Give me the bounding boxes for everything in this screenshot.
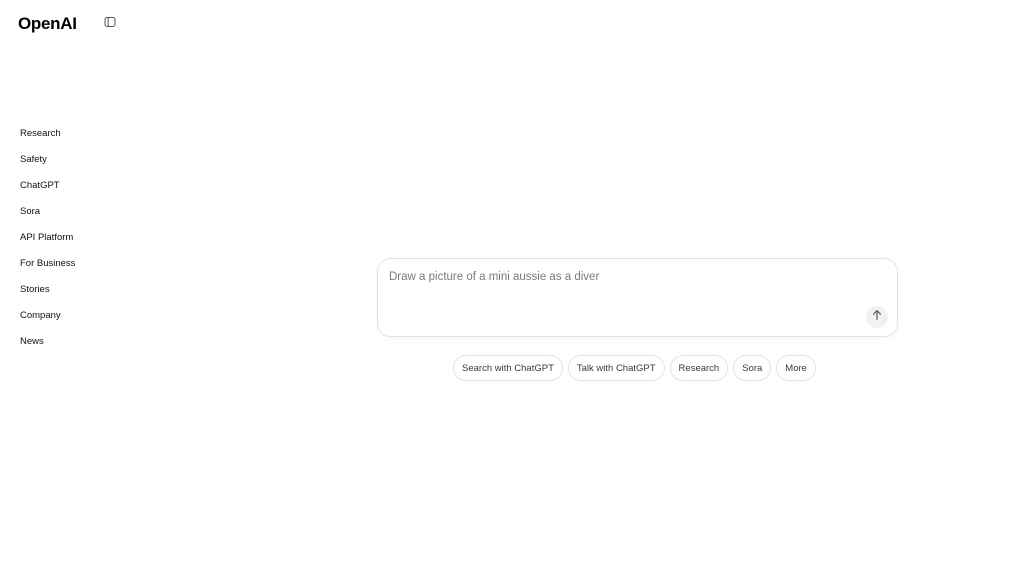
- nav-item-company[interactable]: Company: [20, 310, 75, 336]
- arrow-up-icon: [871, 308, 883, 326]
- chip-search-with-chatgpt[interactable]: Search with ChatGPT: [453, 355, 563, 381]
- nav-item-for-business[interactable]: For Business: [20, 258, 75, 284]
- main-nav: Research Safety ChatGPT Sora API Platfor…: [20, 128, 75, 362]
- nav-item-sora[interactable]: Sora: [20, 206, 75, 232]
- openai-logo[interactable]: OpenAI: [18, 12, 77, 36]
- nav-item-stories[interactable]: Stories: [20, 284, 75, 310]
- send-button[interactable]: [866, 306, 888, 328]
- sidebar-toggle-button[interactable]: [100, 14, 120, 34]
- prompt-input[interactable]: [389, 271, 849, 283]
- chip-research[interactable]: Research: [669, 355, 729, 381]
- chip-sora[interactable]: Sora: [733, 355, 772, 381]
- chip-more[interactable]: More: [776, 355, 816, 381]
- nav-item-news[interactable]: News: [20, 336, 75, 362]
- chip-talk-with-chatgpt[interactable]: Talk with ChatGPT: [567, 355, 665, 381]
- page: OpenAI Research Safety ChatGPT Sora API …: [0, 0, 1024, 571]
- suggestion-chips: Search with ChatGPT Talk with ChatGPT Re…: [453, 355, 816, 381]
- nav-item-safety[interactable]: Safety: [20, 154, 75, 180]
- nav-item-chatgpt[interactable]: ChatGPT: [20, 180, 75, 206]
- prompt-box: [377, 258, 898, 337]
- nav-item-api-platform[interactable]: API Platform: [20, 232, 75, 258]
- nav-item-research[interactable]: Research: [20, 128, 75, 154]
- sidebar-toggle-icon: [104, 15, 116, 33]
